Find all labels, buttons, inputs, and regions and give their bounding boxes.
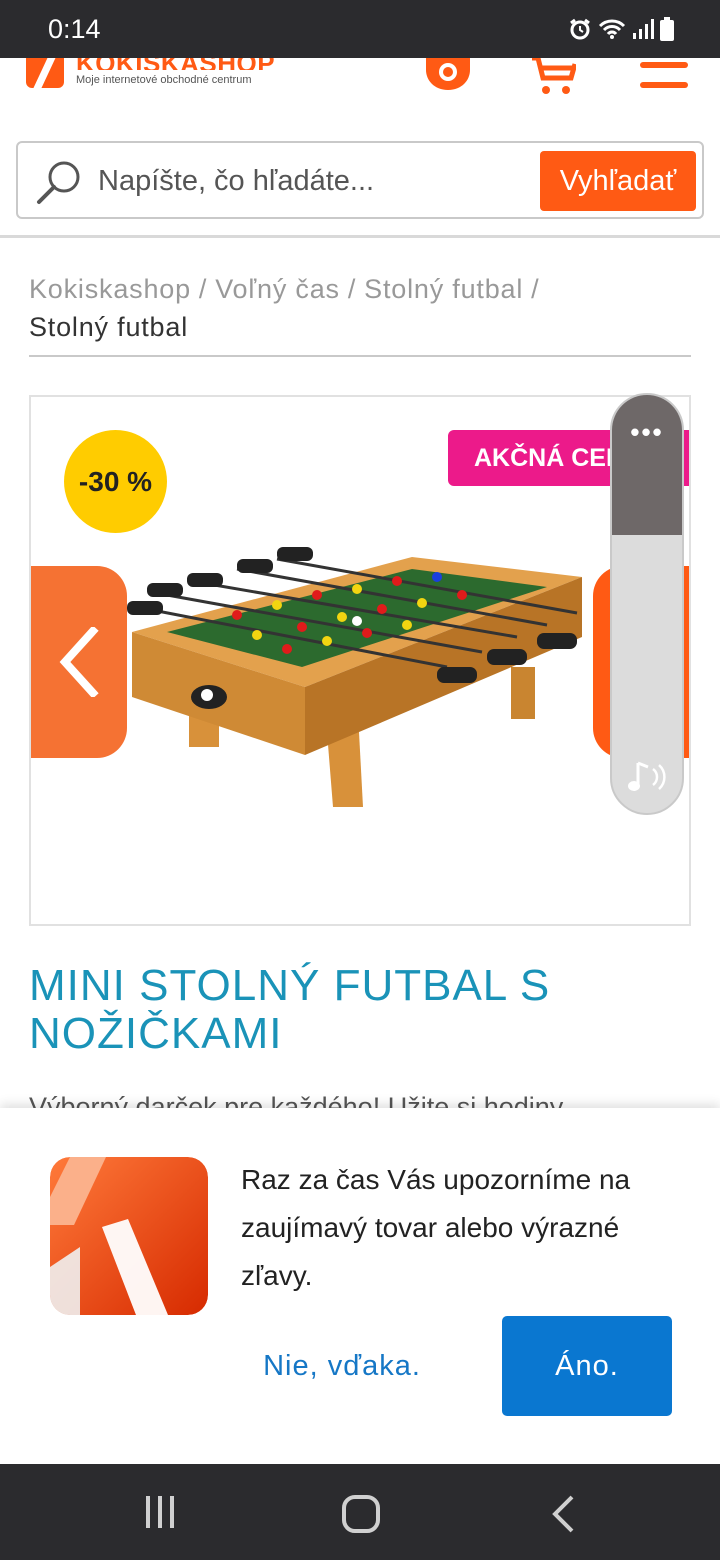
- product-title: MINI STOLNÝ FUTBAL S NOŽIČKAMI: [29, 961, 551, 1058]
- logo-mark-icon: [26, 58, 64, 88]
- search-icon: [37, 161, 80, 204]
- logo-name: KOKISKASHOP: [76, 58, 275, 70]
- status-icons: [568, 16, 674, 42]
- search-bar: Vyhľadať: [16, 141, 704, 219]
- search-input[interactable]: [98, 161, 528, 201]
- breadcrumb-link-volny-cas[interactable]: Voľný čas: [215, 274, 340, 304]
- system-navigation-bar: [0, 1464, 720, 1560]
- decline-button[interactable]: Nie, vďaka.: [242, 1338, 442, 1394]
- media-volume-icon: [628, 761, 666, 791]
- back-icon[interactable]: [548, 1494, 578, 1534]
- volume-level-fill: •••: [612, 395, 682, 535]
- cart-icon[interactable]: [530, 58, 576, 96]
- site-header: KOKISKASHOP Moje internetové obchodné ce…: [0, 58, 720, 118]
- app-logo-icon: [50, 1157, 208, 1315]
- product-gallery: -30 % AKČNÁ CENA: [29, 395, 691, 926]
- search-button[interactable]: Vyhľadať: [540, 151, 696, 211]
- breadcrumb: Kokiskashop / Voľný čas / Stolný futbal / Sto…: [29, 270, 691, 346]
- accept-button[interactable]: Áno.: [502, 1316, 672, 1416]
- alarm-icon: [570, 18, 590, 40]
- breadcrumb-link-home[interactable]: Kokiskashop: [29, 274, 191, 304]
- menu-icon[interactable]: [640, 58, 688, 92]
- breadcrumb-link-stolny-futbal[interactable]: Stolný futbal: [364, 274, 523, 304]
- breadcrumb-separator: /: [531, 274, 540, 304]
- discount-badge: -30 %: [64, 430, 167, 533]
- volume-panel[interactable]: •••: [610, 393, 684, 815]
- status-bar: 0:14: [0, 0, 720, 58]
- home-icon[interactable]: [341, 1494, 381, 1534]
- push-notification-prompt: Raz za čas Vás upozorníme na zaujímavý t…: [0, 1108, 720, 1464]
- chevron-left-icon: [59, 627, 99, 697]
- status-time: 0:14: [48, 14, 101, 44]
- gallery-prev-button[interactable]: [31, 566, 127, 758]
- header-divider: [0, 235, 720, 238]
- battery-icon: [660, 17, 674, 41]
- site-logo[interactable]: KOKISKASHOP Moje internetové obchodné ce…: [26, 58, 275, 90]
- recent-apps-icon[interactable]: [142, 1494, 178, 1530]
- breadcrumb-separator: /: [198, 274, 208, 304]
- wifi-icon: [598, 19, 626, 39]
- signal-icon: [633, 19, 654, 39]
- push-message: Raz za čas Vás upozorníme na zaujímavý t…: [241, 1164, 631, 1291]
- more-options-icon[interactable]: •••: [612, 417, 682, 448]
- logo-tagline: Moje internetové obchodné centrum: [76, 74, 252, 86]
- phone-icon[interactable]: [422, 58, 474, 90]
- breadcrumb-divider: [29, 355, 691, 357]
- product-image[interactable]: [127, 537, 597, 817]
- breadcrumb-current: Stolný futbal: [29, 312, 188, 342]
- breadcrumb-separator: /: [347, 274, 357, 304]
